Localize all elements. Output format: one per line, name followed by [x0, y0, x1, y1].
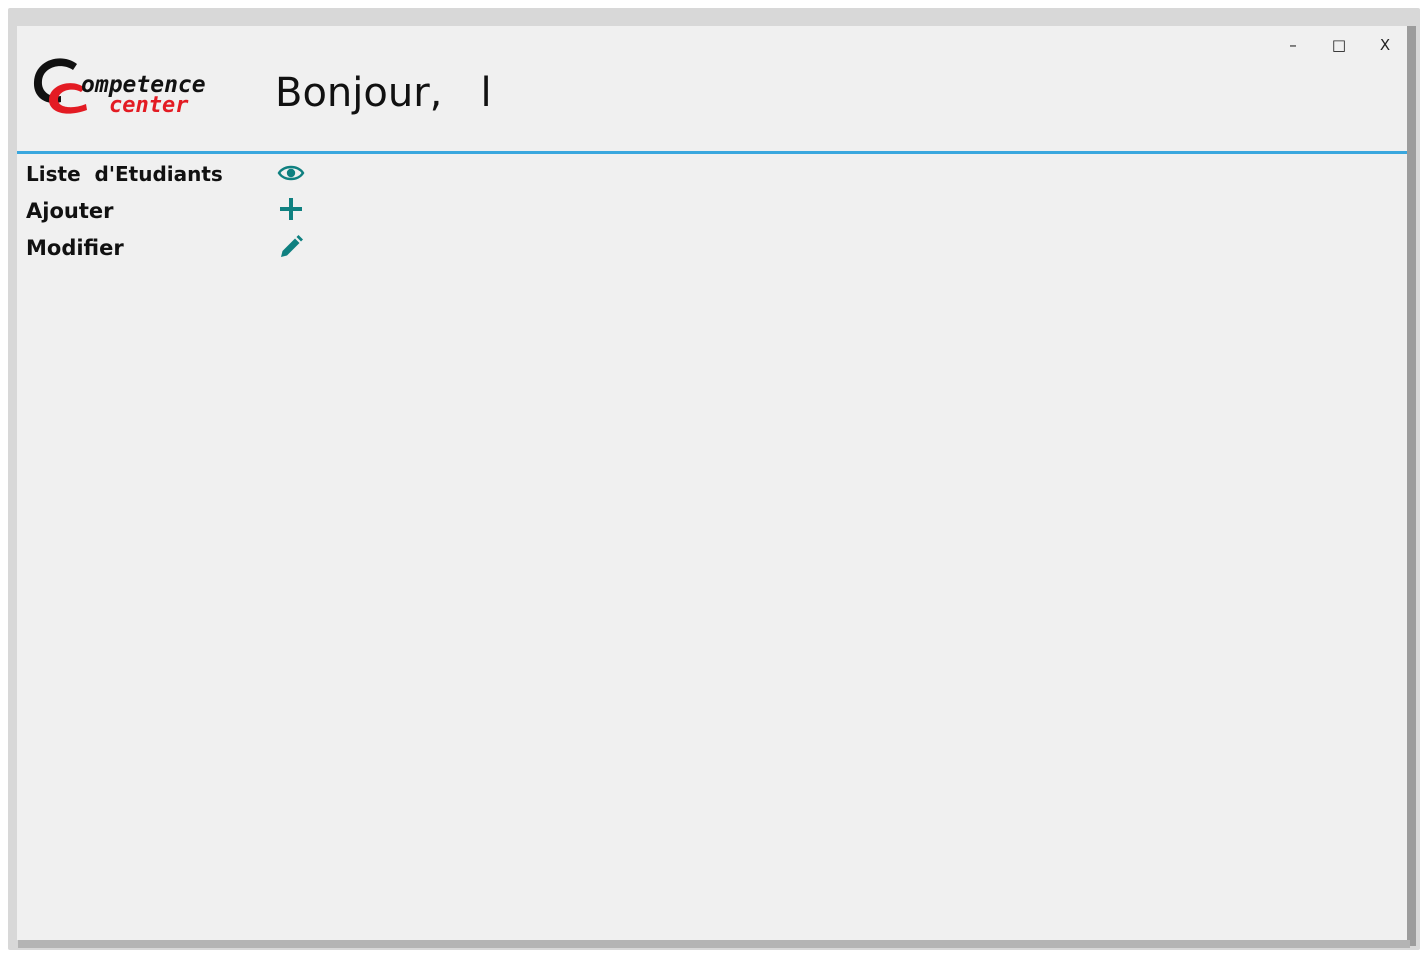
minimize-button[interactable]: –	[1273, 32, 1313, 58]
eye-icon[interactable]	[277, 159, 305, 187]
logo-text-center: center	[109, 93, 189, 118]
header-divider	[17, 151, 1407, 154]
competence-center-logo: ompetence center	[33, 58, 206, 118]
greeting-title: Bonjour, l	[275, 70, 492, 116]
close-button[interactable]: X	[1365, 32, 1405, 58]
pencil-icon[interactable]	[277, 233, 305, 261]
maximize-button[interactable]: □	[1319, 32, 1359, 58]
menu-item-liste-etudiants[interactable]: Liste d'Etudiants	[26, 162, 223, 186]
menu-item-ajouter[interactable]: Ajouter	[26, 199, 113, 223]
app-window: – □ X ompetence center Bonjour, l Liste …	[17, 26, 1407, 940]
window-shadow-right	[1406, 26, 1416, 946]
plus-icon[interactable]	[277, 195, 305, 223]
window-shadow-bottom	[18, 940, 1410, 948]
menu-item-modifier[interactable]: Modifier	[26, 236, 124, 260]
